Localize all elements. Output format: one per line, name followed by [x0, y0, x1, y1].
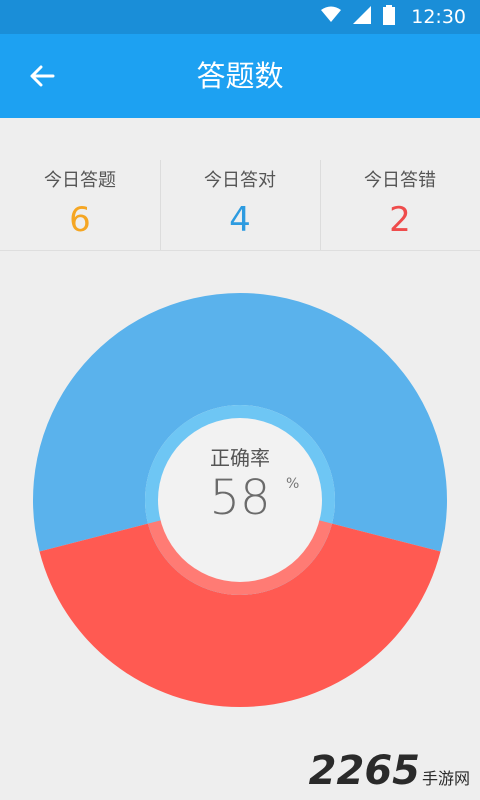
battery-icon [383, 5, 396, 29]
stat-label: 今日答错 [364, 170, 436, 191]
stat-value: 4 [229, 200, 251, 240]
wifi-icon [321, 6, 342, 28]
signal-icon [353, 6, 372, 28]
stat-value: 2 [389, 200, 411, 240]
accuracy-value: 58 [209, 470, 271, 526]
watermark-text: 手游网 [421, 769, 470, 788]
status-time: 12:30 [411, 6, 466, 28]
stat-label: 今日答题 [44, 170, 116, 191]
accuracy-unit: % [286, 476, 300, 492]
watermark-logo: 2265 手游网 [309, 748, 470, 794]
stat-wrong: 今日答错 2 [320, 160, 480, 250]
stat-correct: 今日答对 4 [160, 160, 320, 250]
stats-row: 今日答题 6 今日答对 4 今日答错 2 [0, 160, 480, 251]
watermark-number: 2265 [308, 748, 420, 794]
stat-total: 今日答题 6 [0, 160, 160, 250]
stat-label: 今日答对 [204, 170, 276, 191]
accuracy-label: 正确率 [210, 446, 270, 470]
stat-value: 6 [69, 200, 91, 240]
app-bar: 答题数 [0, 34, 480, 118]
page-title: 答题数 [196, 59, 284, 93]
status-bar: 12:30 [0, 0, 480, 34]
